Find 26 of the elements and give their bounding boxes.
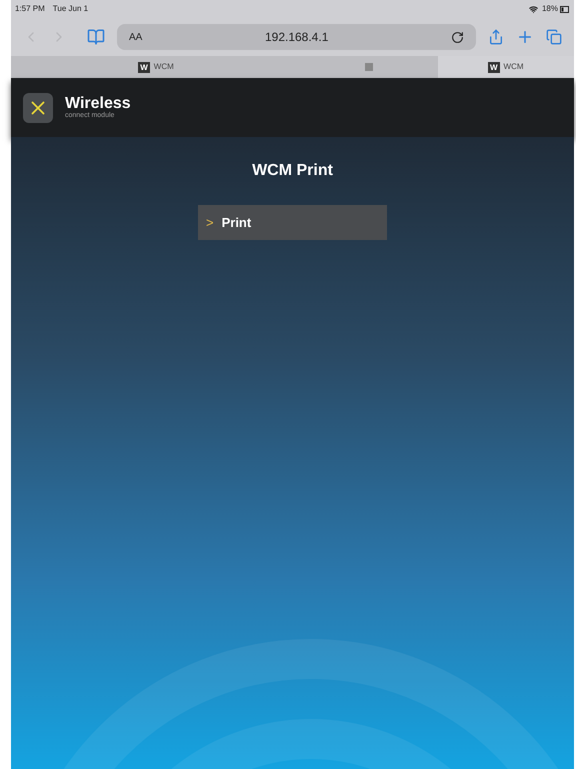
battery-percent: 18% <box>542 3 558 15</box>
share-icon[interactable] <box>488 29 504 45</box>
tab-title: WCM <box>154 61 174 73</box>
text-size-button[interactable]: AA <box>129 30 142 44</box>
new-tab-icon[interactable] <box>516 28 534 46</box>
chevron-icon: > <box>206 212 214 232</box>
status-date: Tue Jun 1 <box>52 3 88 15</box>
browser-tab[interactable]: W WCM <box>438 56 574 78</box>
address-bar[interactable]: AA 192.168.4.1 <box>117 24 476 50</box>
browser-tab[interactable]: W WCM <box>11 56 301 78</box>
url-text[interactable]: 192.168.4.1 <box>142 28 451 46</box>
logo-title: Wireless <box>65 96 131 112</box>
reload-icon[interactable] <box>451 30 464 44</box>
browser-tab[interactable] <box>301 56 438 78</box>
status-time: 1:57 PM <box>15 3 45 15</box>
logo-icon <box>23 92 53 122</box>
tab-title: WCM <box>504 61 524 73</box>
favicon-icon: W <box>138 62 150 72</box>
favicon-icon <box>365 63 374 71</box>
page-title: WCM Print <box>252 161 333 181</box>
favicon-icon: W <box>488 62 500 72</box>
bookmarks-icon[interactable] <box>87 28 105 46</box>
battery-icon <box>560 6 570 12</box>
tabs-icon[interactable] <box>546 29 562 45</box>
menu-item[interactable]: > Print <box>198 205 387 240</box>
wifi-icon <box>528 4 538 14</box>
